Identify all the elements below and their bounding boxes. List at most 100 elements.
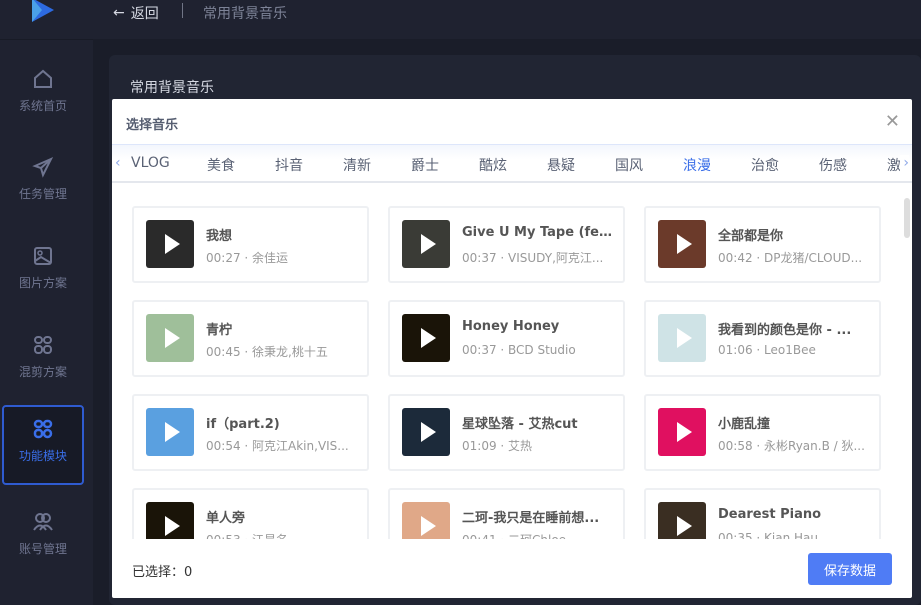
song-meta: 00:27 · 余佳运 (206, 251, 289, 265)
song-meta: 00:41 · 二珂Chloe (462, 531, 617, 539)
home-icon (34, 69, 52, 88)
song-card[interactable]: Honey Honey 00:37 · BCD Studio (388, 300, 625, 377)
play-icon[interactable] (165, 234, 180, 254)
select-music-dialog: 选择音乐 ✕ ‹ VLOG 美食 抖音 清新 爵士 酷炫 悬疑 国风 浪漫 治愈 伤感 激 › 我想 0… (112, 99, 912, 598)
close-icon[interactable]: ✕ (885, 111, 900, 132)
album-cover (658, 502, 706, 539)
sidebar-item-2[interactable]: 图片方案 (2, 234, 84, 314)
tab-0[interactable]: VLOG (131, 155, 170, 171)
song-title: 我想 (206, 229, 233, 244)
modules-icon (33, 419, 53, 439)
save-button[interactable]: 保存数据 (808, 553, 892, 585)
sidebar-item-label: 混剪方案 (18, 365, 67, 379)
song-title: 小鹿乱撞 (718, 417, 771, 432)
song-card[interactable]: Give U My Tape (feat... 00:37 · VISUDY,阿克… (388, 206, 625, 283)
play-icon[interactable] (421, 234, 436, 254)
play-icon[interactable] (421, 516, 436, 536)
panel-title: 常用背景音乐 (130, 80, 214, 96)
album-cover (146, 314, 194, 362)
back-button[interactable]: ← 返回 (113, 3, 159, 23)
play-icon[interactable] (677, 422, 692, 442)
album-cover (402, 314, 450, 362)
tab-3[interactable]: 清新 (343, 155, 371, 175)
sidebar: 系统首页任务管理图片方案混剪方案功能模块账号管理 (0, 0, 93, 605)
tab-9[interactable]: 治愈 (751, 155, 779, 175)
tab-4[interactable]: 爵士 (411, 155, 439, 175)
topbar: ← 返回 常用背景音乐 (93, 0, 921, 39)
play-icon[interactable] (677, 516, 692, 536)
song-title: Honey Honey (462, 319, 560, 334)
album-cover (658, 314, 706, 362)
song-title: 单人旁 (206, 511, 246, 526)
tab-6[interactable]: 悬疑 (547, 155, 575, 175)
tab-7[interactable]: 国风 (615, 155, 643, 175)
song-card[interactable]: 单人旁 00:53 · 江昊名 (132, 488, 369, 539)
album-cover (146, 408, 194, 456)
song-title: 二珂-我只是在睡前想... (462, 511, 600, 526)
song-meta: 00:54 · 阿克江Akin,VIS... (206, 439, 349, 453)
song-meta: 00:45 · 徐秉龙,桃十五 (206, 345, 328, 359)
sidebar-item-3[interactable]: 混剪方案 (2, 323, 84, 403)
paper-plane-icon (32, 156, 54, 178)
album-cover (146, 502, 194, 539)
play-icon[interactable] (165, 422, 180, 442)
users-icon (33, 513, 53, 531)
sidebar-item-label: 功能模块 (18, 449, 67, 463)
category-tabs: ‹ VLOG 美食 抖音 清新 爵士 酷炫 悬疑 国风 浪漫 治愈 伤感 激 › (112, 144, 912, 183)
sidebar-item-label: 账号管理 (18, 542, 67, 556)
song-card[interactable]: 全部都是你 00:42 · DP龙猪/CLOUD... (644, 206, 881, 283)
music-list: 我想 00:27 · 余佳运 Give U My Tape (feat... 00:3… (112, 185, 912, 539)
tab-5[interactable]: 酷炫 (479, 155, 507, 175)
song-meta: 01:09 · 艾热 (462, 439, 533, 453)
play-icon[interactable] (165, 516, 180, 536)
grid-icon (34, 336, 52, 354)
sidebar-item-4[interactable]: 功能模块 (2, 405, 84, 485)
song-title: 星球坠落 - 艾热cut (462, 417, 578, 432)
chevron-left-icon[interactable]: ‹ (115, 155, 121, 171)
song-card[interactable]: 我看到的颜色是你 - ... 01:06 · Leo1Bee (644, 300, 881, 377)
song-card[interactable]: if（part.2) 00:54 · 阿克江Akin,VIS... (132, 394, 369, 471)
sidebar-item-1[interactable]: 任务管理 (2, 145, 84, 225)
song-meta: 00:42 · DP龙猪/CLOUD... (718, 251, 863, 265)
song-meta: 00:53 · 江昊名 (206, 531, 361, 539)
sidebar-item-label: 任务管理 (18, 187, 67, 201)
scrollbar[interactable] (904, 198, 910, 238)
album-cover (658, 220, 706, 268)
chevron-right-icon[interactable]: › (900, 155, 909, 171)
song-card[interactable]: Dearest Piano 00:35 · Kian Hau (644, 488, 881, 539)
tab-10[interactable]: 伤感 (819, 155, 847, 175)
sidebar-item-0[interactable]: 系统首页 (2, 57, 84, 137)
play-icon[interactable] (165, 328, 180, 348)
song-card[interactable]: 小鹿乱撞 00:58 · 永彬Ryan.B / 狄... (644, 394, 881, 471)
song-meta: 00:35 · Kian Hau (718, 531, 818, 539)
song-meta: 01:06 · Leo1Bee (718, 343, 816, 357)
dialog-title: 选择音乐 (126, 118, 179, 133)
play-icon[interactable] (677, 328, 692, 348)
selected-count: 已选择：0 (132, 565, 193, 580)
album-cover (402, 220, 450, 268)
back-label: 返回 (130, 6, 159, 22)
album-cover (658, 408, 706, 456)
sidebar-item-label: 系统首页 (18, 99, 67, 113)
breadcrumb-title: 常用背景音乐 (203, 6, 287, 22)
song-title: if（part.2) (206, 417, 280, 432)
tab-11[interactable]: 激 (887, 155, 901, 175)
tab-1[interactable]: 美食 (207, 155, 235, 175)
song-card[interactable]: 我想 00:27 · 余佳运 (132, 206, 369, 283)
song-card[interactable]: 星球坠落 - 艾热cut 01:09 · 艾热 (388, 394, 625, 471)
divider (182, 3, 183, 18)
song-card[interactable]: 二珂-我只是在睡前想... 00:41 · 二珂Chloe (388, 488, 625, 539)
album-cover (402, 408, 450, 456)
arrow-left-icon: ← (113, 5, 125, 21)
image-icon (34, 247, 52, 265)
song-card[interactable]: 青柠 00:45 · 徐秉龙,桃十五 (132, 300, 369, 377)
tab-2[interactable]: 抖音 (275, 155, 303, 175)
song-meta: 00:37 · VISUDY,阿克江... (462, 251, 604, 265)
play-icon[interactable] (677, 234, 692, 254)
sidebar-item-5[interactable]: 账号管理 (2, 500, 84, 580)
song-title: 我看到的颜色是你 - ... (718, 323, 852, 338)
play-icon[interactable] (421, 422, 436, 442)
song-meta: 00:58 · 永彬Ryan.B / 狄... (718, 439, 865, 453)
tab-8[interactable]: 浪漫 (683, 155, 711, 175)
play-icon[interactable] (421, 328, 436, 348)
